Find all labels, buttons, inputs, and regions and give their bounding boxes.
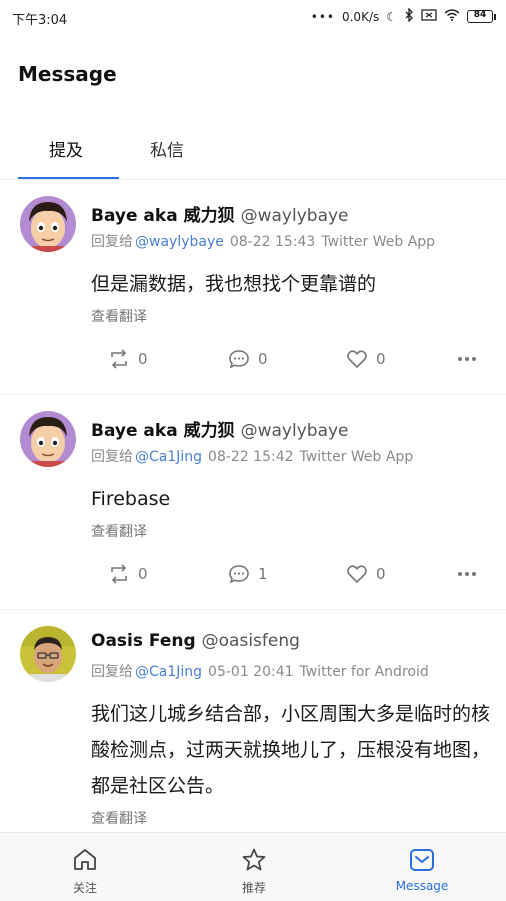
user-handle[interactable]: @oasisfeng [202,631,300,651]
user-handle[interactable]: @waylybaye [241,421,349,441]
comment-count: 0 [258,350,268,368]
translate-link[interactable]: 查看翻译 [91,808,147,828]
tweet-item[interactable]: Baye aka 威力狈 @waylybaye 回复给 @waylybaye 08-2… [0,180,506,395]
nav-label: 关注 [72,881,97,895]
battery-level: 84 [473,10,487,20]
tweet-text: Firebase [91,488,171,510]
photo-avatar-icon [20,626,76,682]
more-button[interactable] [456,564,478,584]
cartoon-face-avatar-icon [20,411,76,467]
moon-icon: ☾ [386,9,397,24]
heart-icon [347,350,367,369]
avatar[interactable] [20,196,76,252]
sim-box-icon [421,9,437,24]
network-speed: 0.0K/s [341,9,380,24]
tweet-meta: 回复给 @waylybaye 08-22 15:43 Twitter Web App [91,231,435,251]
tweet-client: Twitter Web App [321,234,436,250]
translate-link[interactable]: 查看翻译 [91,306,147,326]
like-button[interactable]: 0 [346,349,386,369]
comment-icon [229,350,249,369]
tweet-text: 但是漏数据，我也想找个更靠谱的 [91,273,377,295]
more-icon [458,572,476,576]
avatar[interactable] [20,626,76,682]
tweet-date: 05-01 20:41 [208,664,294,680]
display-name[interactable]: Baye aka 威力狈 [91,421,235,441]
retweet-icon [111,564,127,584]
tweet-meta: 回复给 @Ca1Jing 05-01 20:41 Twitter for Androi… [91,661,429,681]
comment-button[interactable]: 1 [228,564,268,584]
battery-icon: 84 [467,10,496,23]
status-bar: 下午3:04 ••• 0.0K/s ☾ 84 [0,0,506,34]
tab-bar: 提及 私信 [0,128,506,180]
user-handle[interactable]: @waylybaye [241,206,349,226]
avatar[interactable] [20,411,76,467]
tweet-item[interactable]: Oasis Feng @oasisfeng 回复给 @Ca1Jing 05-01 20… [0,610,506,832]
nav-recommend[interactable]: 推荐 [199,833,309,901]
translate-link[interactable]: 查看翻译 [91,521,147,541]
bluetooth-icon [404,7,414,25]
comment-count: 1 [258,565,268,583]
tweet-text: 我们这儿城乡结合部，小区周围大多是临时的核酸检测点，过两天就换地儿了，压根没有地… [91,703,491,797]
star-icon [242,848,266,871]
tweet-actions: 0 1 0 [108,564,488,588]
display-name[interactable]: Baye aka 威力狈 [91,206,235,226]
nav-message[interactable]: Message [367,833,477,901]
reply-to-link[interactable]: @Ca1Jing [135,664,202,680]
nav-label: 推荐 [241,881,266,895]
tweet-date: 08-22 15:43 [229,234,316,250]
more-icon [458,357,476,361]
display-name[interactable]: Oasis Feng [91,631,196,651]
tweet-client: Twitter for Android [299,664,429,680]
tweet-date: 08-22 15:42 [208,449,294,465]
tweet-item[interactable]: Baye aka 威力狈 @waylybaye 回复给 @Ca1Jing 08-22 … [0,395,506,610]
comment-button[interactable]: 0 [228,349,268,369]
mail-icon [410,849,434,871]
status-icons: ••• 0.0K/s ☾ 84 [310,7,496,25]
cartoon-face-avatar-icon [20,196,76,252]
tweet-client: Twitter Web App [299,449,414,465]
tweet-author[interactable]: Baye aka 威力狈 @waylybaye [91,416,349,441]
tweet-author[interactable]: Baye aka 威力狈 @waylybaye [91,201,349,226]
tab-direct-messages[interactable]: 私信 [150,136,184,161]
mention-feed[interactable]: Baye aka 威力狈 @waylybaye 回复给 @waylybaye 08-2… [0,180,506,832]
reply-prefix: 回复给 [91,449,133,465]
more-button[interactable] [456,349,478,369]
tweet-meta: 回复给 @Ca1Jing 08-22 15:42 Twitter Web App [91,446,413,466]
reply-to-link[interactable]: @Ca1Jing [135,449,202,465]
bottom-nav: 关注 推荐 Message [0,832,506,901]
retweet-icon [111,349,127,369]
retweet-count: 0 [138,565,148,583]
signal-dots-icon: ••• [310,9,335,24]
tweet-author[interactable]: Oasis Feng @oasisfeng [91,631,300,651]
nav-label: Message [395,879,449,893]
retweet-button[interactable]: 0 [108,349,148,369]
like-button[interactable]: 0 [346,564,386,584]
wifi-icon [444,9,460,24]
tab-mentions[interactable]: 提及 [49,136,83,161]
retweet-count: 0 [138,350,148,368]
like-count: 0 [376,350,386,368]
like-count: 0 [376,565,386,583]
nav-follow[interactable]: 关注 [30,833,140,901]
retweet-button[interactable]: 0 [108,564,148,584]
reply-prefix: 回复给 [91,664,133,680]
reply-prefix: 回复给 [91,234,133,250]
home-icon [74,849,96,870]
comment-icon [229,565,249,584]
tweet-actions: 0 0 0 [108,349,488,373]
status-time: 下午3:04 [12,13,68,28]
reply-to-link[interactable]: @waylybaye [135,234,224,250]
heart-icon [347,565,367,584]
page-title: Message [18,62,117,86]
